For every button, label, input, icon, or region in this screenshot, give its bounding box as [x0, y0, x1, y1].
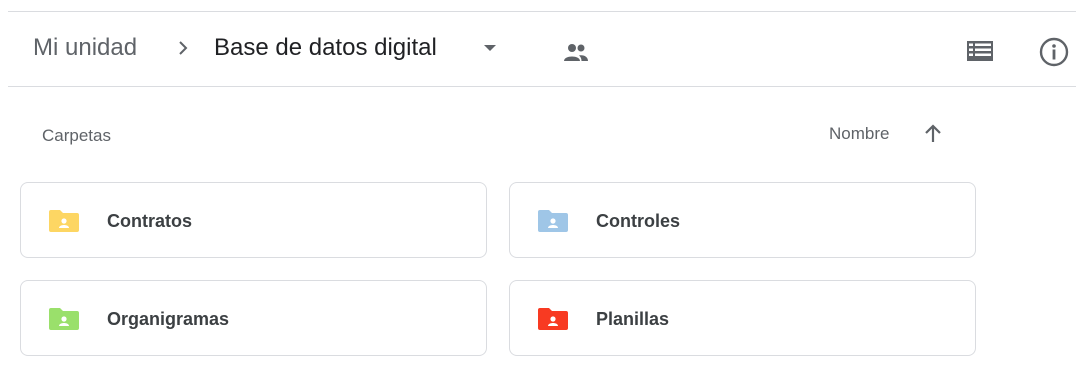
- shared-folder-icon: [538, 210, 568, 232]
- folder-card[interactable]: Controles: [509, 182, 976, 258]
- shared-folder-icon: [538, 308, 568, 330]
- people-icon: [564, 44, 588, 61]
- folder-name: Organigramas: [107, 309, 230, 329]
- folder-name: Controles: [596, 211, 681, 231]
- breadcrumb-root[interactable]: Mi unidad: [33, 32, 137, 64]
- header-bar: Mi unidad Base de datos digital: [8, 12, 1076, 87]
- chevron-right-icon: [179, 41, 188, 55]
- folder-name: Contratos: [107, 211, 192, 231]
- folder-name: Planillas: [596, 309, 670, 329]
- folders-section-label: Carpetas: [42, 126, 111, 145]
- folder-card[interactable]: Organigramas: [20, 280, 487, 356]
- folder-card[interactable]: Contratos: [20, 182, 487, 258]
- sort-by-name-button[interactable]: Nombre: [829, 124, 889, 144]
- list-view-icon[interactable]: [966, 39, 994, 63]
- info-icon[interactable]: [1038, 36, 1070, 68]
- dropdown-caret-icon[interactable]: [482, 43, 498, 53]
- arrow-up-icon[interactable]: [922, 123, 944, 145]
- shared-folder-icon: [49, 308, 79, 330]
- shared-folder-icon: [49, 210, 79, 232]
- breadcrumb-current-folder[interactable]: Base de datos digital: [214, 32, 437, 64]
- folder-card[interactable]: Planillas: [509, 280, 976, 356]
